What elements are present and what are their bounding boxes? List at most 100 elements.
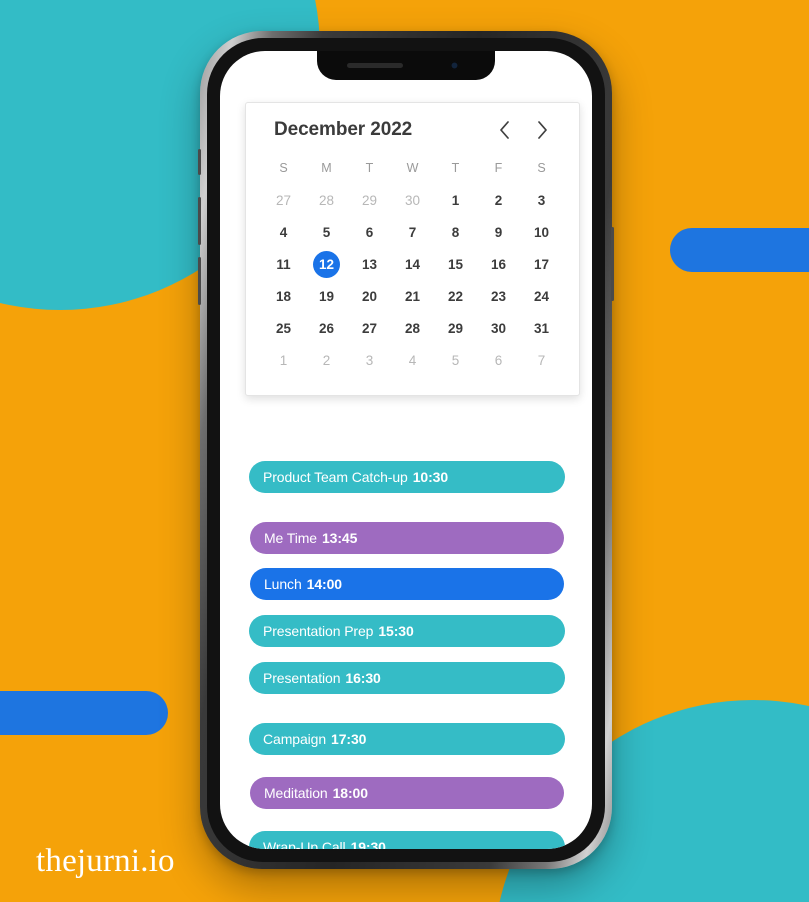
event-pill[interactable]: Wrap-Up Call 19:30 <box>249 831 565 849</box>
calendar-grid: S M T W T F S 27 28 29 30 1 2 3 4 5 6 7 8 9 10 11 12 13 14 15 16 17… <box>262 152 563 376</box>
event-pill[interactable]: Presentation Prep 15:30 <box>249 615 565 647</box>
event-title: Me Time <box>264 530 317 546</box>
event-pill[interactable]: Lunch 14:00 <box>250 568 564 600</box>
calendar-day[interactable]: 21 <box>399 283 426 310</box>
event-title: Presentation Prep <box>263 623 374 639</box>
event-time: 10:30 <box>412 469 449 485</box>
calendar-day[interactable]: 7 <box>399 219 426 246</box>
calendar-day[interactable]: 13 <box>356 251 383 278</box>
event-title: Wrap-Up Call <box>263 839 346 849</box>
blue-pill-left <box>0 691 168 735</box>
calendar-day[interactable]: 8 <box>442 219 469 246</box>
calendar-day-cell: 10 <box>520 216 563 248</box>
event-pill[interactable]: Campaign 17:30 <box>249 723 565 755</box>
calendar-day-cell: 27 <box>348 312 391 344</box>
calendar-day[interactable]: 27 <box>356 315 383 342</box>
calendar-day-cell: 31 <box>520 312 563 344</box>
event-time: 15:30 <box>378 623 414 639</box>
calendar-day-cell: 30 <box>391 184 434 216</box>
calendar-day-cell: 9 <box>477 216 520 248</box>
event-row: Presentation Prep 15:30 <box>249 615 565 647</box>
calendar-day[interactable]: 2 <box>313 347 340 374</box>
chevron-left-icon[interactable] <box>495 119 513 141</box>
calendar-day[interactable]: 17 <box>528 251 555 278</box>
event-title: Presentation <box>263 670 341 686</box>
calendar-day[interactable]: 25 <box>270 315 297 342</box>
calendar-nav <box>495 119 559 141</box>
calendar-day-cell: 25 <box>262 312 305 344</box>
event-pill[interactable]: Me Time 13:45 <box>250 522 564 554</box>
event-time: 17:30 <box>331 731 367 747</box>
event-row: Presentation 16:30 <box>249 662 565 694</box>
calendar-day-selected[interactable]: 12 <box>313 250 340 278</box>
calendar-day[interactable]: 29 <box>356 187 383 214</box>
calendar-day[interactable]: 30 <box>399 187 426 214</box>
calendar-day[interactable]: 18 <box>270 283 297 310</box>
calendar-day[interactable]: 19 <box>313 283 340 310</box>
calendar-day[interactable]: 23 <box>485 283 512 310</box>
event-row: Me Time 13:45 <box>250 522 564 554</box>
calendar-day[interactable]: 9 <box>485 219 512 246</box>
calendar-day-cell: 2 <box>305 344 348 376</box>
calendar-day[interactable]: 5 <box>313 219 340 246</box>
calendar-day[interactable]: 2 <box>485 187 512 214</box>
calendar-day-cell: 11 <box>262 248 305 280</box>
calendar-day[interactable]: 24 <box>528 283 555 310</box>
calendar-weekday-3: W <box>406 161 419 175</box>
calendar-day[interactable]: 20 <box>356 283 383 310</box>
calendar-day[interactable]: 22 <box>442 283 469 310</box>
calendar-day-cell: 15 <box>434 248 477 280</box>
calendar-day[interactable]: 27 <box>270 187 297 214</box>
calendar-day[interactable]: 28 <box>313 187 340 214</box>
calendar-day-cell: 1 <box>262 344 305 376</box>
phone-mockup: December 2022 S M T W T F S 27 28 29 30 1 2 3 4 5 6 7 8 9 10… <box>198 31 614 869</box>
calendar-day[interactable]: 4 <box>270 219 297 246</box>
calendar-day-cell: 27 <box>262 184 305 216</box>
calendar-day-cell: 3 <box>348 344 391 376</box>
calendar-day[interactable]: 6 <box>356 219 383 246</box>
calendar-card: December 2022 S M T W T F S 27 28 29 30 1 2 3 4 5 6 7 8 9 10… <box>245 102 580 396</box>
calendar-day-cell: 3 <box>520 184 563 216</box>
calendar-day[interactable]: 7 <box>528 347 555 374</box>
calendar-day[interactable]: 26 <box>313 315 340 342</box>
event-title: Campaign <box>263 731 327 747</box>
front-camera-icon <box>450 61 459 70</box>
calendar-day[interactable]: 4 <box>399 347 426 374</box>
calendar-weekday-5: F <box>494 161 503 175</box>
event-pill[interactable]: Product Team Catch-up 10:30 <box>249 461 565 493</box>
calendar-weekday-1: M <box>321 161 332 175</box>
calendar-day[interactable]: 15 <box>442 251 469 278</box>
calendar-day[interactable]: 3 <box>528 187 555 214</box>
calendar-day-cell: 8 <box>434 216 477 248</box>
calendar-day[interactable]: 31 <box>528 315 555 342</box>
calendar-day-cell: 13 <box>348 248 391 280</box>
calendar-day[interactable]: 3 <box>356 347 383 374</box>
event-pill[interactable]: Presentation 16:30 <box>249 662 565 694</box>
calendar-day[interactable]: 10 <box>528 219 555 246</box>
calendar-day[interactable]: 14 <box>399 251 426 278</box>
event-time: 14:00 <box>306 576 342 592</box>
power-button <box>611 227 614 301</box>
calendar-day[interactable]: 11 <box>270 251 297 278</box>
calendar-day-cell: 14 <box>391 248 434 280</box>
event-pill[interactable]: Meditation 18:00 <box>250 777 564 809</box>
poster-canvas: December 2022 S M T W T F S 27 28 29 30 1 2 3 4 5 6 7 8 9 10… <box>0 0 809 902</box>
calendar-day[interactable]: 1 <box>442 187 469 214</box>
calendar-day-cell: 6 <box>477 344 520 376</box>
calendar-weekday-6: S <box>537 161 546 175</box>
calendar-day-cell: 7 <box>391 216 434 248</box>
calendar-day[interactable]: 28 <box>399 315 426 342</box>
calendar-day[interactable]: 30 <box>485 315 512 342</box>
calendar-day[interactable]: 6 <box>485 347 512 374</box>
calendar-day[interactable]: 29 <box>442 315 469 342</box>
calendar-day[interactable]: 1 <box>270 347 297 374</box>
calendar-day[interactable]: 16 <box>485 251 512 278</box>
calendar-day-cell: 29 <box>348 184 391 216</box>
calendar-day[interactable]: 5 <box>442 347 469 374</box>
chevron-right-icon[interactable] <box>533 119 551 141</box>
event-row: Campaign 17:30 <box>249 723 565 755</box>
calendar-day-cell: 12 <box>305 248 348 280</box>
calendar-day-cell: 6 <box>348 216 391 248</box>
event-row: Lunch 14:00 <box>250 568 564 600</box>
calendar-day-cell: 19 <box>305 280 348 312</box>
